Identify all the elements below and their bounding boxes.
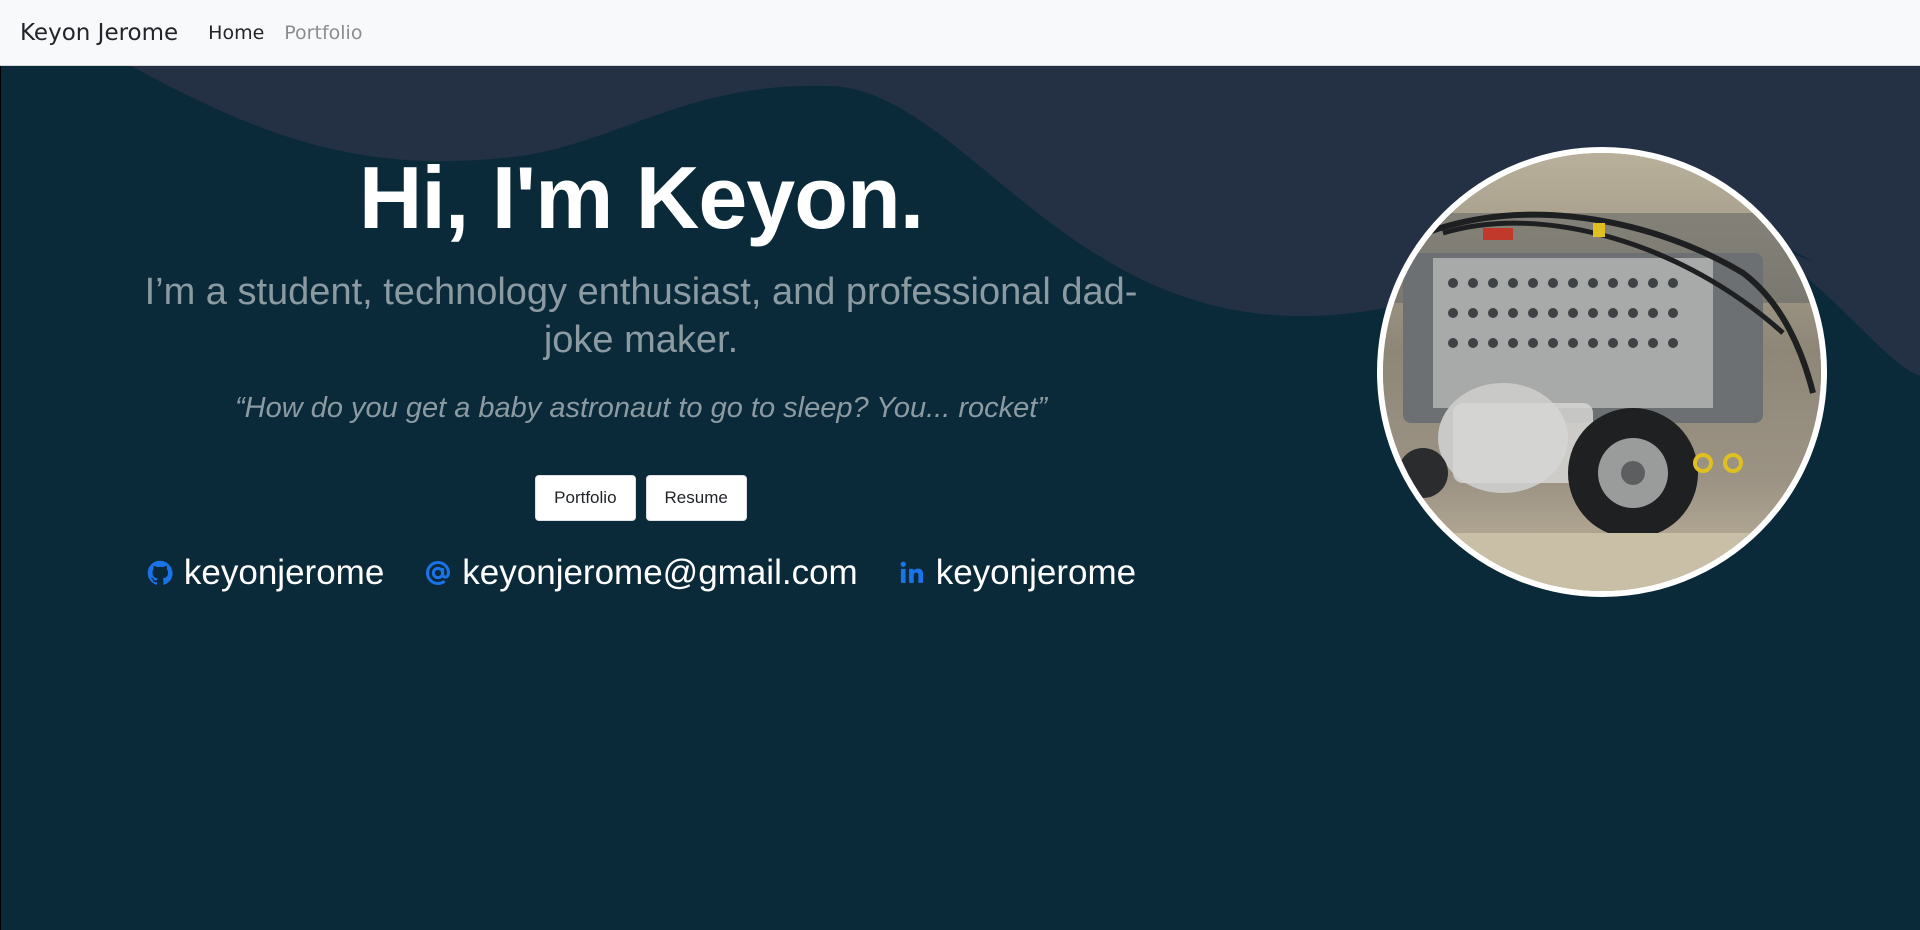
page-title: Hi, I'm Keyon. [358,148,924,247]
hero-section: Hi, I'm Keyon. I’m a student, technology… [0,66,1920,930]
linkedin-username: keyonjerome [935,553,1137,593]
robot-photo [1383,153,1821,591]
resume-button[interactable]: Resume [645,475,747,522]
profile-photo [1377,147,1827,597]
navbar: Keyon Jerome Home Portfolio [0,0,1920,66]
github-icon [147,561,173,586]
nav-home-link[interactable]: Home [208,22,264,44]
linkedin-link[interactable]: keyonjerome [898,553,1136,593]
contact-links: keyonjerome keyonjerome@gmail.com keyonj… [81,553,1201,593]
github-link[interactable]: keyonjerome [146,553,384,593]
intro-block: Hi, I'm Keyon. I’m a student, technology… [81,66,1201,593]
brand-link[interactable]: Keyon Jerome [20,20,178,46]
button-row: Portfolio Resume [81,475,1201,522]
at-icon [426,561,451,586]
dad-joke: “How do you get a baby astronaut to go t… [235,392,1047,425]
email-address: keyonjerome@gmail.com [462,553,858,593]
portfolio-button[interactable]: Portfolio [535,475,636,522]
linkedin-icon [900,561,923,584]
email-link[interactable]: keyonjerome@gmail.com [424,553,858,593]
nav-portfolio-link[interactable]: Portfolio [284,22,362,44]
github-username: keyonjerome [183,553,385,593]
tagline: I’m a student, technology enthusiast, an… [144,271,1138,362]
